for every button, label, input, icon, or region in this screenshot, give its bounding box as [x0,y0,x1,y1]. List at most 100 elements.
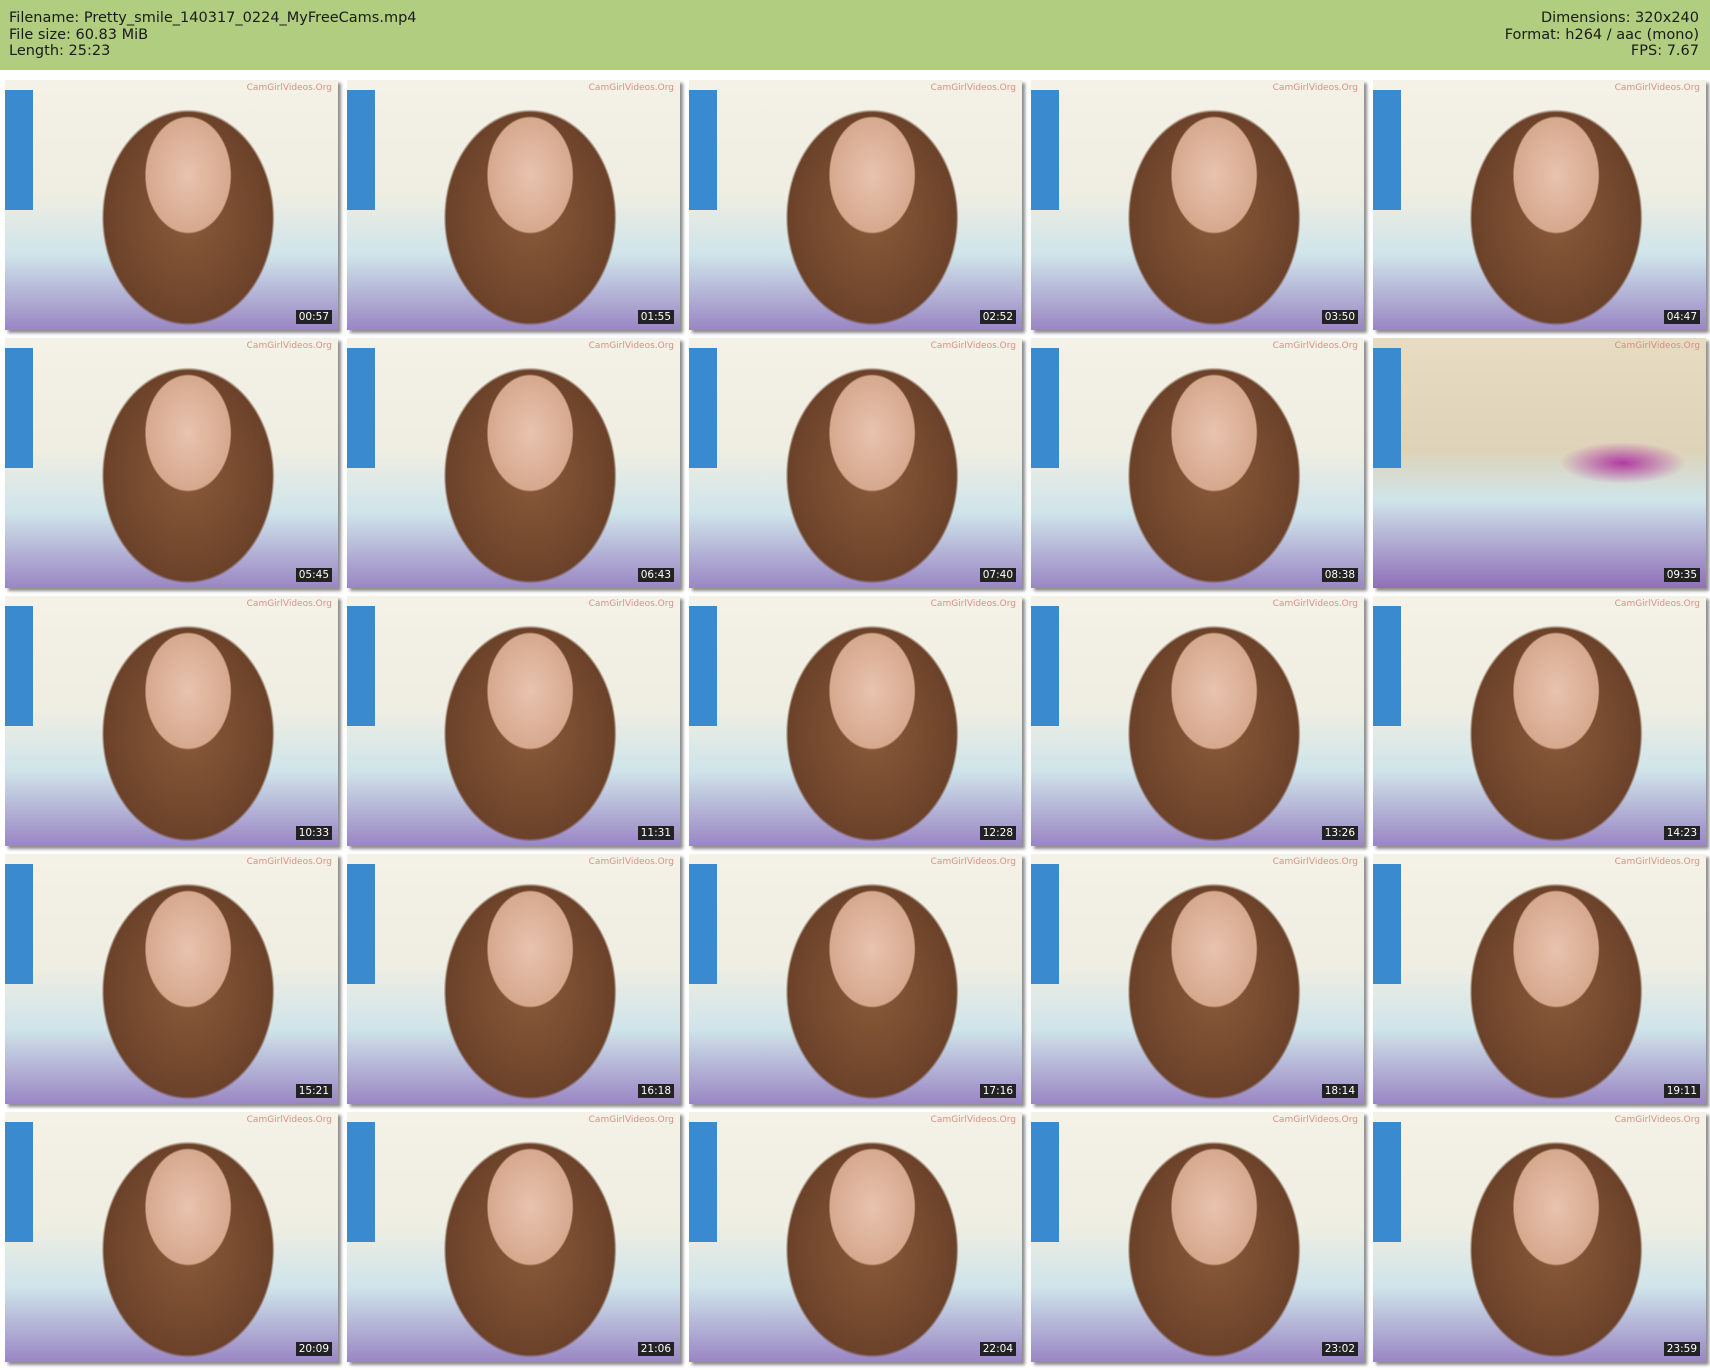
timestamp: 07:40 [979,568,1016,582]
wall-poster [5,864,33,984]
wall-poster [1373,864,1401,984]
timestamp: 00:57 [295,310,332,324]
wall-poster [1373,90,1401,210]
video-thumbnail[interactable]: CamGirlVideos.Org 11:31 [347,596,680,846]
file-size: File size: 60.83 MiB [9,26,149,43]
wall-poster [1031,348,1059,468]
video-thumbnail[interactable]: CamGirlVideos.Org 21:06 [347,1112,680,1362]
video-thumbnail[interactable]: CamGirlVideos.Org 19:11 [1373,854,1706,1104]
timestamp: 18:14 [1321,1084,1358,1098]
timestamp: 21:06 [637,1342,674,1356]
watermark: CamGirlVideos.Org [246,83,332,93]
timestamp: 14:23 [1663,826,1700,840]
video-thumbnail[interactable]: CamGirlVideos.Org 17:16 [689,854,1022,1104]
timestamp: 09:35 [1663,568,1700,582]
wall-poster [5,1122,33,1242]
wall-poster [5,90,33,210]
wall-poster [1031,1122,1059,1242]
video-thumbnail[interactable]: CamGirlVideos.Org 16:18 [347,854,680,1104]
watermark: CamGirlVideos.Org [1272,857,1358,867]
video-thumbnail[interactable]: CamGirlVideos.Org 23:59 [1373,1112,1706,1362]
wall-poster [347,864,375,984]
video-thumbnail[interactable]: CamGirlVideos.Org 04:47 [1373,80,1706,330]
watermark: CamGirlVideos.Org [246,599,332,609]
watermark: CamGirlVideos.Org [246,341,332,351]
format: Format: h264 / aac (mono) [1504,26,1699,43]
info-header: Filename: Pretty_smile_140317_0224_MyFre… [0,0,1710,70]
fps: FPS: 7.67 [1630,43,1699,59]
wall-poster [689,348,717,468]
wall-poster [1031,864,1059,984]
watermark: CamGirlVideos.Org [930,341,1016,351]
watermark: CamGirlVideos.Org [1614,857,1700,867]
video-thumbnail[interactable]: CamGirlVideos.Org 01:55 [347,80,680,330]
video-thumbnail[interactable]: CamGirlVideos.Org 08:38 [1031,338,1364,588]
video-thumbnail[interactable]: CamGirlVideos.Org 03:50 [1031,80,1364,330]
timestamp: 11:31 [637,826,674,840]
wall-poster [689,864,717,984]
watermark: CamGirlVideos.Org [246,857,332,867]
watermark: CamGirlVideos.Org [1614,83,1700,93]
timestamp: 03:50 [1321,310,1358,324]
wall-poster [1373,606,1401,726]
wall-poster [689,606,717,726]
timestamp: 12:28 [979,826,1016,840]
watermark: CamGirlVideos.Org [1272,1115,1358,1125]
video-thumbnail[interactable]: CamGirlVideos.Org 15:21 [5,854,338,1104]
video-thumbnail[interactable]: CamGirlVideos.Org 02:52 [689,80,1022,330]
watermark: CamGirlVideos.Org [588,1115,674,1125]
timestamp: 02:52 [979,310,1016,324]
timestamp: 06:43 [637,568,674,582]
timestamp: 22:04 [979,1342,1016,1356]
watermark: CamGirlVideos.Org [1272,341,1358,351]
wall-poster [689,90,717,210]
video-thumbnail[interactable]: CamGirlVideos.Org 22:04 [689,1112,1022,1362]
video-thumbnail[interactable]: CamGirlVideos.Org 13:26 [1031,596,1364,846]
wall-poster [347,90,375,210]
watermark: CamGirlVideos.Org [588,83,674,93]
video-thumbnail[interactable]: CamGirlVideos.Org 18:14 [1031,854,1364,1104]
video-thumbnail[interactable]: CamGirlVideos.Org 05:45 [5,338,338,588]
file-info-left: Filename: Pretty_smile_140317_0224_MyFre… [9,10,417,60]
timestamp: 01:55 [637,310,674,324]
video-thumbnail[interactable]: CamGirlVideos.Org 14:23 [1373,596,1706,846]
timestamp: 13:26 [1321,826,1358,840]
video-thumbnail[interactable]: CamGirlVideos.Org 10:33 [5,596,338,846]
wall-poster [1031,90,1059,210]
timestamp: 04:47 [1663,310,1700,324]
file-info-right: Dimensions: 320x240 Format: h264 / aac (… [1505,10,1699,60]
timestamp: 16:18 [637,1084,674,1098]
wall-poster [5,606,33,726]
wall-poster [347,1122,375,1242]
video-thumbnail[interactable]: CamGirlVideos.Org 00:57 [5,80,338,330]
timestamp: 15:21 [295,1084,332,1098]
wall-poster [689,1122,717,1242]
watermark: CamGirlVideos.Org [1614,341,1700,351]
watermark: CamGirlVideos.Org [1614,599,1700,609]
wall-poster [1373,1122,1401,1242]
wall-poster [347,606,375,726]
watermark: CamGirlVideos.Org [588,599,674,609]
timestamp: 05:45 [295,568,332,582]
timestamp: 23:59 [1663,1342,1700,1356]
dimensions: Dimensions: 320x240 [1540,10,1699,26]
video-thumbnail[interactable]: CamGirlVideos.Org 06:43 [347,338,680,588]
timestamp: 10:33 [295,826,332,840]
video-thumbnail[interactable]: CamGirlVideos.Org 07:40 [689,338,1022,588]
watermark: CamGirlVideos.Org [930,857,1016,867]
timestamp: 17:16 [979,1084,1016,1098]
timestamp: 23:02 [1321,1342,1358,1356]
timestamp: 20:09 [295,1342,332,1356]
watermark: CamGirlVideos.Org [1614,1115,1700,1125]
video-thumbnail[interactable]: CamGirlVideos.Org 23:02 [1031,1112,1364,1362]
watermark: CamGirlVideos.Org [1272,83,1358,93]
video-thumbnail[interactable]: CamGirlVideos.Org 20:09 [5,1112,338,1362]
wall-poster [1031,606,1059,726]
video-thumbnail[interactable]: CamGirlVideos.Org 09:35 [1373,338,1706,588]
video-length: Length: 25:23 [9,43,111,59]
watermark: CamGirlVideos.Org [930,83,1016,93]
watermark: CamGirlVideos.Org [588,341,674,351]
filename: Filename: Pretty_smile_140317_0224_MyFre… [9,10,417,26]
video-thumbnail[interactable]: CamGirlVideos.Org 12:28 [689,596,1022,846]
wall-poster [1373,348,1401,468]
